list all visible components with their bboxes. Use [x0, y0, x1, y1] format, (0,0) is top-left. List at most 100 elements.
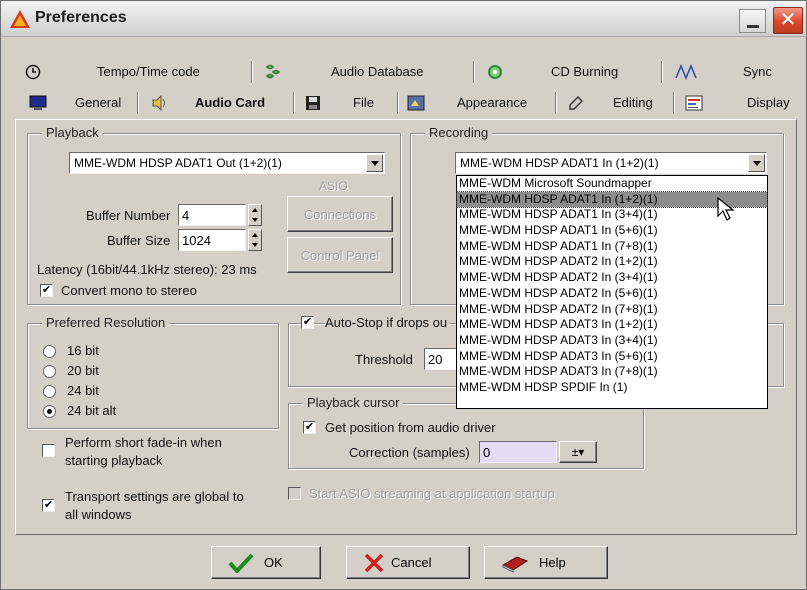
checkmark-icon [228, 553, 254, 576]
radio-label: 20 bit [67, 363, 99, 378]
cancel-x-icon [363, 553, 385, 576]
dropdown-option[interactable]: MME-WDM HDSP ADAT3 In (3+4)(1) [457, 333, 767, 349]
tab-audio-card[interactable]: Audio Card [141, 89, 289, 117]
asio-startup-checkbox[interactable] [288, 487, 301, 500]
tab-editing[interactable]: Editing [559, 89, 671, 117]
display-icon [685, 95, 703, 114]
radio-24-bit-alt[interactable] [43, 405, 56, 418]
tab-label: CD Burning [551, 64, 619, 79]
ok-button[interactable]: OK [211, 546, 321, 579]
tab-cd-burning[interactable]: CD Burning [477, 58, 659, 86]
preferred-resolution-group: Preferred Resolution [27, 315, 279, 429]
minimize-button[interactable] [739, 9, 766, 33]
close-button[interactable]: ✕ [773, 7, 803, 34]
radio-16-bit[interactable] [43, 345, 56, 358]
buffer-number-field[interactable]: 4 [178, 204, 246, 226]
dropdown-option[interactable]: MME-WDM HDSP ADAT2 In (7+8)(1) [457, 302, 767, 318]
tab-label: Display [747, 95, 790, 110]
tab-divider [251, 61, 253, 83]
app-logo-icon [9, 9, 31, 32]
dropdown-option[interactable]: MME-WDM HDSP ADAT2 In (3+4)(1) [457, 270, 767, 286]
cancel-button-label: Cancel [391, 555, 432, 570]
floppy-icon [305, 95, 321, 114]
tab-tempo-time-code[interactable]: Tempo/Time code [15, 58, 251, 86]
tab-display[interactable]: Display [677, 89, 797, 117]
tab-label: Audio Database [331, 64, 424, 79]
stepper-plus-minus-icon: ±▾ [571, 445, 585, 459]
radio-label: 24 bit alt [67, 403, 117, 418]
tab-audio-database[interactable]: Audio Database [255, 58, 469, 86]
cd-icon [487, 64, 503, 83]
playback-cursor-legend: Playback cursor [303, 395, 404, 410]
tab-label: File [353, 95, 374, 110]
resolution-legend: Preferred Resolution [42, 315, 170, 330]
correction-field[interactable]: 0 [479, 441, 557, 463]
tab-sync[interactable]: Sync [665, 58, 797, 86]
tab-divider [397, 92, 399, 114]
get-position-checkbox[interactable]: ✔ [303, 421, 316, 434]
tab-divider [673, 92, 675, 114]
playback-device-select[interactable]: MME-WDM HDSP ADAT1 Out (1+2)(1) [69, 152, 385, 174]
chevron-down-icon[interactable] [366, 154, 383, 172]
tab-appearance[interactable]: Appearance [401, 89, 553, 117]
tab-divider [293, 92, 295, 114]
tab-label: Sync [743, 64, 772, 79]
cancel-button[interactable]: Cancel [346, 546, 470, 579]
tab-label: Appearance [457, 95, 528, 110]
tab-label: Tempo/Time code [97, 64, 200, 79]
asio-label: ASIO [319, 179, 348, 193]
dropdown-option[interactable]: MME-WDM HDSP SPDIF In (1) [457, 380, 767, 396]
transport-label-line1: Transport settings are global to [65, 489, 244, 504]
radio-20-bit[interactable] [43, 365, 56, 378]
window-title: Preferences [35, 9, 127, 26]
tab-divider [137, 92, 139, 114]
fade-in-checkbox[interactable] [42, 444, 55, 457]
title-bar[interactable]: Preferences ✕ [1, 1, 806, 37]
dropdown-option[interactable]: MME-WDM HDSP ADAT2 In (5+6)(1) [457, 286, 767, 302]
threshold-field[interactable]: 20 [424, 348, 460, 370]
get-position-label: Get position from audio driver [325, 420, 496, 435]
tab-divider [473, 61, 475, 83]
threshold-label: Threshold [355, 352, 413, 367]
dropdown-option[interactable]: MME-WDM HDSP ADAT3 In (7+8)(1) [457, 364, 767, 380]
mouse-cursor-icon [717, 196, 735, 226]
buffer-size-spinner[interactable] [248, 229, 262, 251]
dropdown-option[interactable]: MME-WDM HDSP ADAT2 In (1+2)(1) [457, 254, 767, 270]
buffer-number-spinner[interactable] [248, 204, 262, 226]
dropdown-option[interactable]: MME-WDM HDSP ADAT1 In (7+8)(1) [457, 239, 767, 255]
radio-24-bit[interactable] [43, 385, 56, 398]
sync-wave-icon [675, 63, 697, 83]
help-button-label: Help [539, 555, 566, 570]
appearance-icon [407, 95, 425, 114]
clock-icon [25, 64, 41, 83]
connections-button[interactable]: Connections [287, 196, 393, 232]
chevron-down-icon[interactable] [748, 154, 765, 172]
tab-file[interactable]: File [297, 89, 395, 117]
recording-legend: Recording [425, 125, 493, 140]
dropdown-option[interactable]: MME-WDM Microsoft Soundmapper [457, 176, 767, 192]
playback-legend: Playback [42, 125, 103, 140]
latency-readout: Latency (16bit/44.1kHz stereo): 23 ms [37, 262, 257, 277]
transport-global-checkbox[interactable]: ✔ [42, 499, 55, 512]
recording-device-select[interactable]: MME-WDM HDSP ADAT1 In (1+2)(1) [455, 152, 767, 174]
correction-stepper[interactable]: ±▾ [559, 441, 597, 463]
dropdown-option[interactable]: MME-WDM HDSP ADAT3 In (5+6)(1) [457, 349, 767, 365]
control-panel-button-label: Control Panel [300, 247, 380, 263]
recording-device-value: MME-WDM HDSP ADAT1 In (1+2)(1) [460, 156, 659, 170]
speaker-icon [151, 94, 169, 114]
auto-stop-checkbox[interactable]: ✔ [301, 316, 314, 329]
buffer-size-field[interactable]: 1024 [178, 229, 246, 251]
tab-general[interactable]: General [15, 89, 135, 117]
tab-row-top: Tempo/Time code Audio Database CD Burnin… [15, 58, 797, 86]
buffer-size-label: Buffer Size [107, 233, 171, 248]
convert-mono-checkbox[interactable]: ✔ [40, 284, 53, 297]
monitor-icon [29, 95, 47, 114]
connections-button-label: Connections [303, 206, 377, 222]
control-panel-button[interactable]: Control Panel [287, 237, 393, 273]
dropdown-option[interactable]: MME-WDM HDSP ADAT3 In (1+2)(1) [457, 317, 767, 333]
editing-icon [567, 95, 585, 114]
help-book-icon [501, 553, 529, 576]
tab-label: Audio Card [195, 95, 266, 110]
buffer-number-label: Buffer Number [86, 208, 171, 223]
help-button[interactable]: Help [484, 546, 608, 579]
